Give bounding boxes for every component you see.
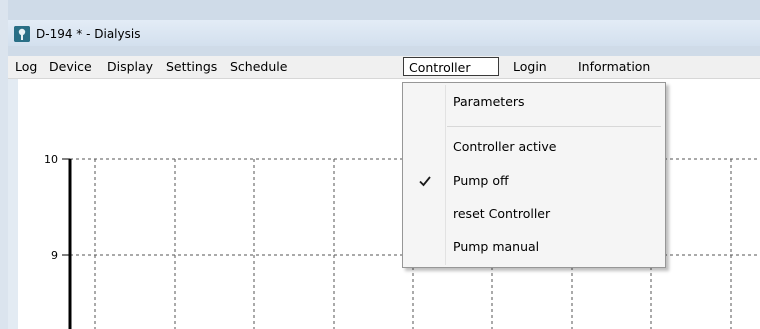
checkmark-icon: [417, 173, 433, 189]
menu-gutter: [445, 85, 446, 265]
menu-separator: [447, 126, 661, 127]
menu-item-pump-off[interactable]: Pump off: [453, 171, 509, 191]
y-tick-label: 10: [44, 153, 58, 166]
menu-item-controller-active[interactable]: Controller active: [453, 137, 556, 157]
menu-item-reset-controller[interactable]: reset Controller: [453, 204, 550, 224]
y-tick-label: 9: [51, 249, 58, 262]
menu-item-pump-manual[interactable]: Pump manual: [453, 237, 539, 257]
menu-item-parameters[interactable]: Parameters: [453, 92, 525, 112]
controller-dropdown-menu: Parameters Controller active Pump off re…: [402, 82, 666, 268]
